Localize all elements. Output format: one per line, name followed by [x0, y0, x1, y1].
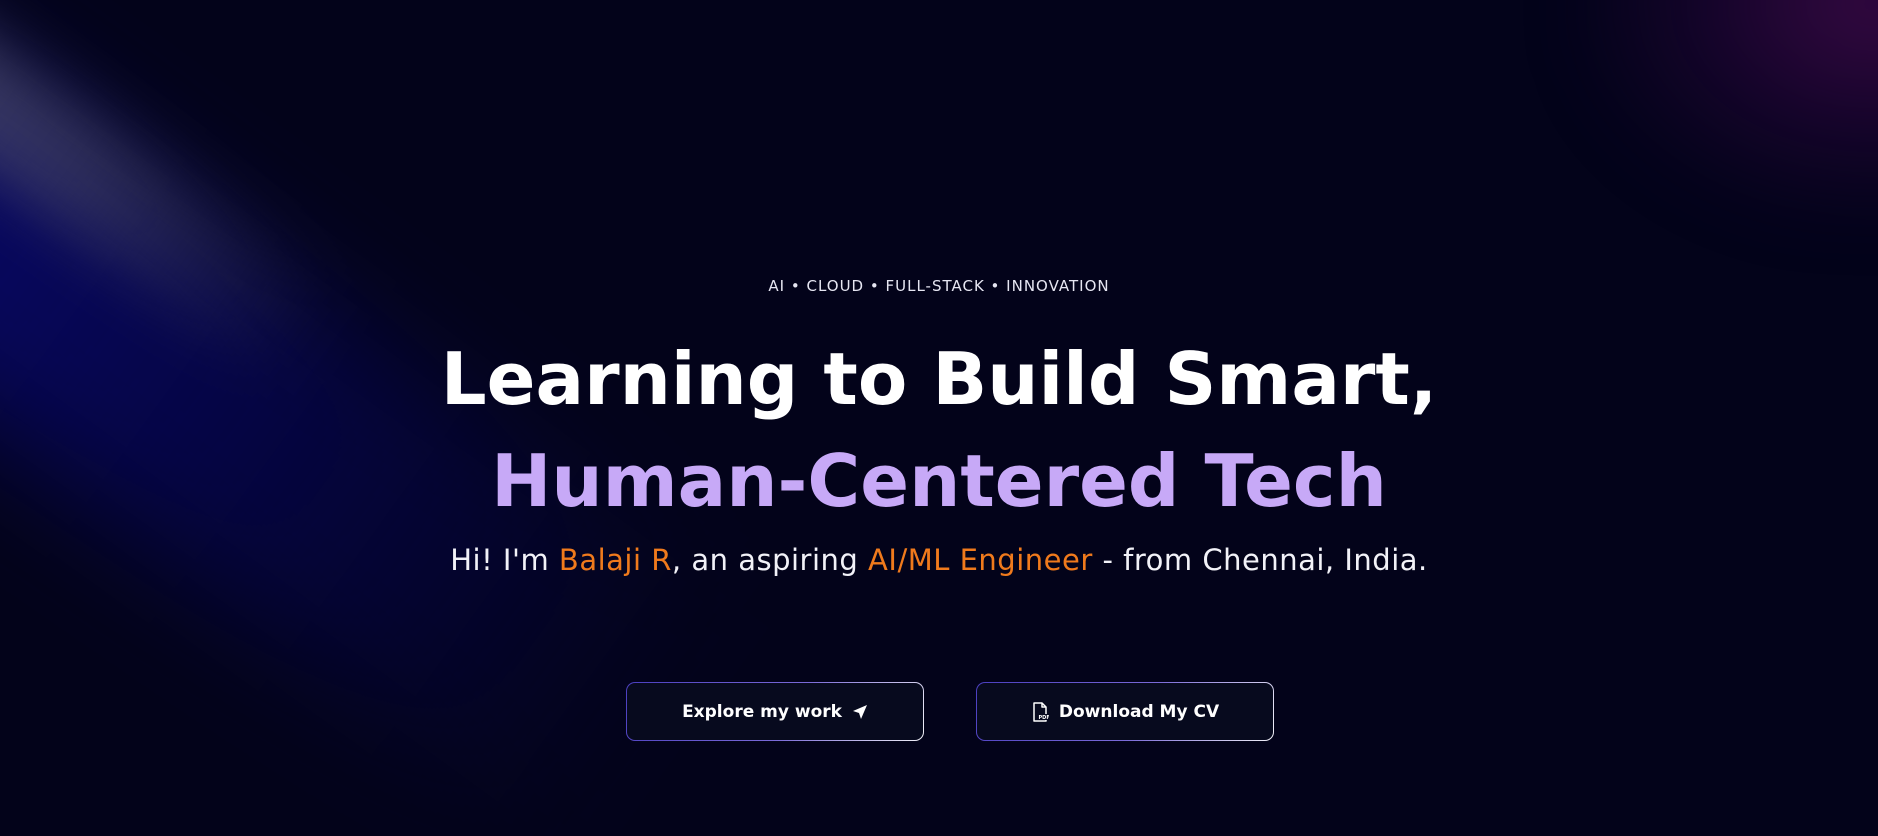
hero-content: AI • CLOUD • FULL-STACK • INNOVATION Lea… — [0, 0, 1878, 836]
pdf-file-icon: PDF — [1031, 701, 1049, 722]
intro-name: Balaji R — [558, 543, 672, 577]
intro-middle: , an aspiring — [671, 543, 869, 577]
send-arrow-icon — [852, 704, 868, 720]
download-cv-button[interactable]: PDF Download My CV — [976, 682, 1274, 741]
intro-role: AI/ML Engineer — [868, 543, 1093, 577]
headline-line-1: Learning to Build Smart, — [440, 337, 1438, 421]
headline-line-2: Human-Centered Tech — [491, 439, 1387, 523]
hero-headline: Learning to Build Smart, Human-Centered … — [0, 328, 1878, 532]
hero-eyebrow: AI • CLOUD • FULL-STACK • INNOVATION — [768, 277, 1110, 295]
explore-work-label: Explore my work — [682, 701, 842, 722]
intro-suffix: - from Chennai, India. — [1092, 543, 1428, 577]
explore-work-button[interactable]: Explore my work — [626, 682, 924, 741]
hero-section: AI • CLOUD • FULL-STACK • INNOVATION Lea… — [0, 0, 1878, 836]
hero-intro: Hi! I'm Balaji R, an aspiring AI/ML Engi… — [0, 543, 1878, 577]
intro-prefix: Hi! I'm — [450, 543, 559, 577]
download-cv-label: Download My CV — [1058, 701, 1220, 722]
svg-text:PDF: PDF — [1038, 715, 1049, 721]
